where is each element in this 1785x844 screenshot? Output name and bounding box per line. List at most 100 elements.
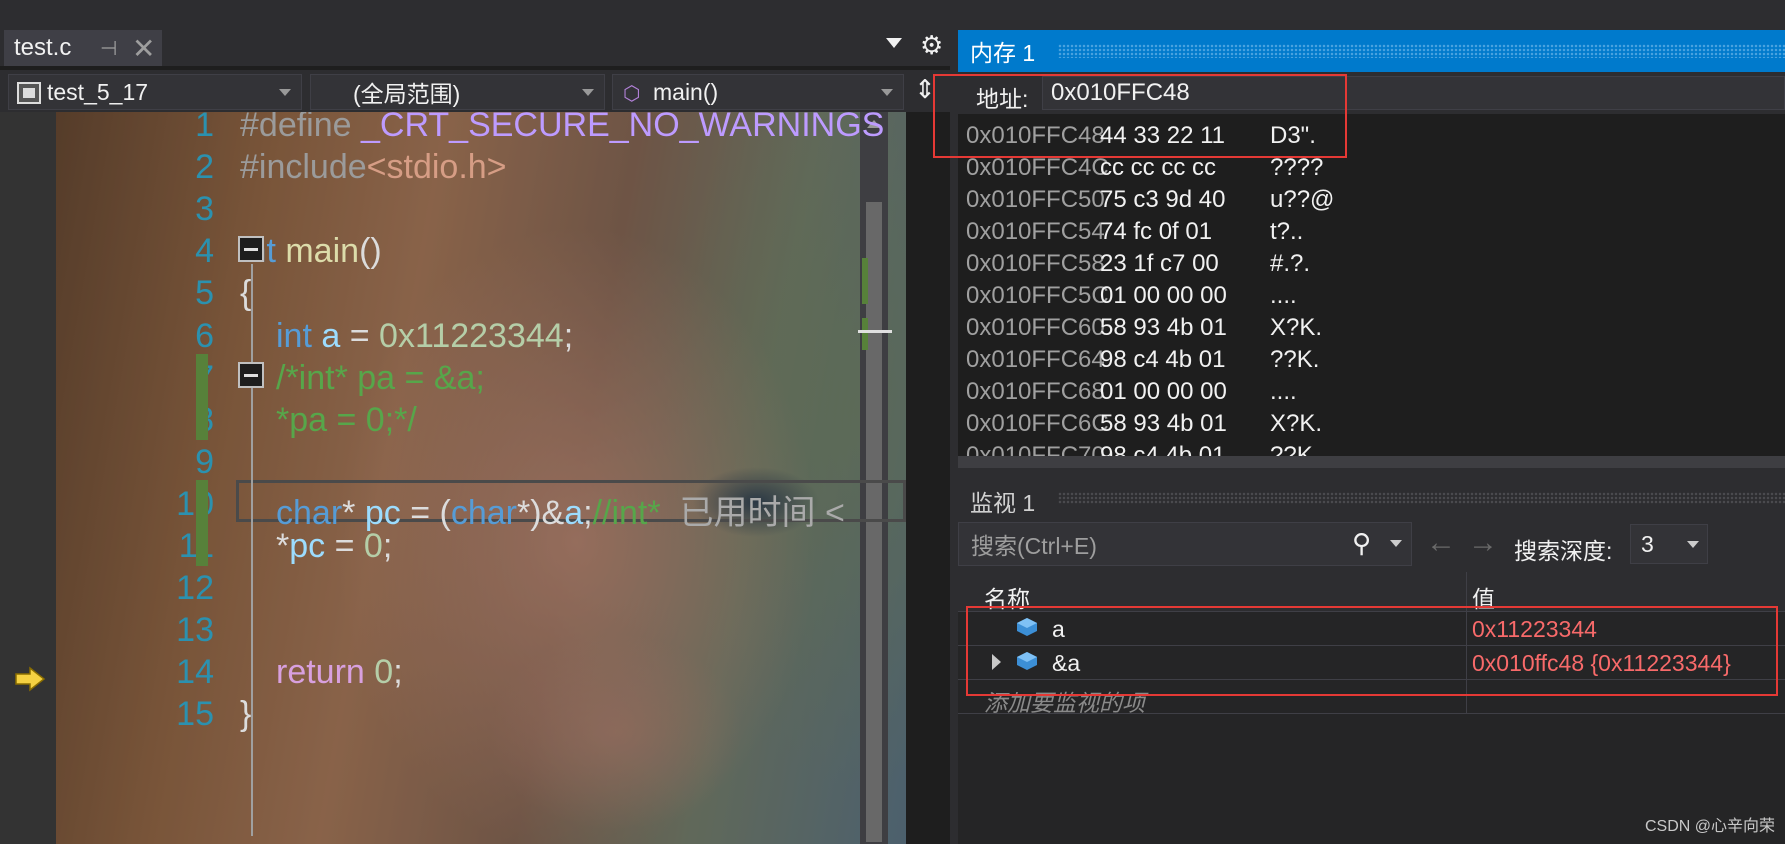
code-line[interactable]: return 0; (276, 653, 403, 692)
editor-scrollbar[interactable] (858, 112, 892, 844)
change-map-marker (862, 258, 868, 304)
scope-guide (251, 264, 253, 836)
code-area[interactable]: 1 #define _CRT_SECURE_NO_WARNINGS 2 #includ… (56, 112, 906, 844)
caret-position-marker (858, 330, 892, 333)
memory-bytes: 74 fc 0f 01 (1100, 218, 1213, 245)
arrow-right-icon[interactable]: → (1468, 526, 1498, 560)
line-number: 3 (195, 190, 214, 229)
line-number: 9 (195, 442, 214, 481)
change-marker (196, 354, 208, 440)
code-token: = (340, 316, 380, 355)
search-depth-label: 搜索深度: (1514, 538, 1613, 564)
change-map-marker (862, 318, 868, 350)
gear-icon[interactable]: ⚙ (920, 30, 943, 61)
scrollbar-thumb[interactable] (866, 202, 882, 842)
scope-label: (全局范围) (353, 81, 461, 107)
memory-chars: #.?. (1270, 250, 1311, 277)
memory-row[interactable]: 0x010FFC58 23 1f c7 00 #.?. (958, 248, 1785, 280)
function-dropdown[interactable]: ⬡ main() (612, 74, 904, 110)
code-line[interactable]: { (240, 274, 251, 313)
code-token: ; (583, 493, 593, 532)
current-statement-arrow-icon (15, 666, 46, 692)
pin-icon[interactable]: ⊣ (100, 36, 117, 61)
memory-chars: ??K. (1270, 442, 1320, 456)
code-token: * (276, 527, 290, 565)
memory-bytes: 01 00 00 00 (1100, 282, 1227, 309)
code-line[interactable]: } (240, 695, 251, 734)
code-line[interactable]: *pc = 0; (276, 527, 392, 566)
memory-row[interactable]: 0x010FFC54 74 fc 0f 01 t?.. (958, 216, 1785, 248)
memory-chars: .... (1270, 282, 1297, 309)
code-token: ; (563, 316, 574, 355)
memory-chars: .... (1270, 378, 1297, 405)
line-number: 1 (195, 112, 214, 144)
line-number: 6 (195, 316, 214, 355)
code-token: int (276, 316, 322, 355)
code-token: 0 (363, 527, 383, 565)
code-token: ; (382, 527, 393, 565)
memory-row[interactable]: 0x010FFC6C 58 93 4b 01 X?K. (958, 408, 1785, 440)
memory-row[interactable]: 0x010FFC70 98 c4 4b 01 ??K. (958, 440, 1785, 456)
memory-bytes: 98 c4 4b 01 (1100, 442, 1226, 456)
close-icon[interactable]: ✕ (132, 32, 155, 65)
memory-bytes: 58 93 4b 01 (1100, 410, 1227, 437)
memory-row[interactable]: 0x010FFC5C 01 00 00 00.... (958, 280, 1785, 312)
memory-scrollbar[interactable] (958, 456, 1785, 468)
code-token: 0 (374, 653, 394, 692)
line-number: 2 (195, 148, 214, 187)
memory-chars: t?.. (1270, 218, 1304, 245)
memory-row[interactable]: 0x010FFC50 75 c3 9d 40 u??@ (958, 184, 1785, 216)
memory-address: 0x010FFC58 (966, 250, 1105, 277)
project-dropdown[interactable]: test_5_17 (8, 74, 302, 110)
scope-dropdown[interactable]: (全局范围) (310, 74, 605, 110)
code-token: _CRT_SECURE_NO_WARNINGS (361, 112, 885, 144)
fold-toggle-comment[interactable] (238, 362, 264, 388)
code-line[interactable]: int a = 0x11223344; (276, 317, 573, 356)
memory-row[interactable]: 0x010FFC64 98 c4 4b 01 ??K. (958, 344, 1785, 376)
code-line[interactable]: /*int* pa = &a; (276, 359, 485, 398)
memory-row[interactable]: 0x010FFC68 01 00 00 00.... (958, 376, 1785, 408)
code-token: 已用时间 < (660, 493, 845, 532)
code-line[interactable]: #include<stdio.h> (240, 148, 507, 187)
line-number: 14 (176, 653, 214, 692)
tab-list-dropdown-icon[interactable] (886, 38, 902, 48)
code-token: #include (240, 148, 367, 187)
memory-address: 0x010FFC4C (966, 154, 1109, 181)
line-number: 15 (176, 695, 214, 734)
breakpoint-margin[interactable] (0, 112, 56, 844)
code-line[interactable]: *pa = 0;*/ (276, 401, 417, 440)
memory-row[interactable]: 0x010FFC60 58 93 4b 01 X?K. (958, 312, 1785, 344)
code-token: = ( (400, 493, 451, 532)
project-label: test_5_17 (47, 78, 149, 105)
fold-toggle-main[interactable] (238, 236, 264, 262)
memory-chars: ???? (1270, 154, 1324, 181)
search-input[interactable]: 搜索(Ctrl+E) (958, 522, 1412, 566)
code-line[interactable]: #define _CRT_SECURE_NO_WARNINGS (240, 112, 884, 145)
memory-address: 0x010FFC50 (966, 186, 1105, 213)
watch-title: 监视 1 (970, 490, 1036, 516)
code-token: main (285, 232, 360, 271)
memory-bytes: 58 93 4b 01 (1100, 314, 1227, 341)
memory-title-bar[interactable]: 内存 1 (958, 30, 1785, 72)
tab-test-c[interactable]: test.c ⊣ ✕ (4, 30, 162, 66)
code-token: //int* (592, 493, 661, 532)
memory-chars: X?K. (1270, 410, 1323, 437)
tab-label: test.c (14, 34, 72, 61)
memory-rows[interactable]: 0x010FFC48 44 33 22 11 D3". 0x010FFC4C cc cc… (958, 120, 1785, 456)
memory-chars: X?K. (1270, 314, 1323, 341)
code-token: *pa = 0;*/ (276, 400, 417, 439)
chevron-down-icon (881, 89, 893, 96)
search-placeholder: 搜索(Ctrl+E) (971, 533, 1097, 559)
search-options-dropdown-icon[interactable] (1390, 540, 1402, 547)
search-depth-dropdown[interactable]: 3 (1630, 524, 1708, 564)
arrow-left-icon[interactable]: ← (1426, 526, 1456, 560)
annotation-highlight-box (966, 606, 1778, 696)
chevron-down-icon (279, 89, 291, 96)
code-token: } (240, 695, 252, 734)
line-number: 13 (176, 611, 214, 650)
search-icon[interactable]: ⚲ (1352, 528, 1371, 559)
code-token: () (359, 232, 382, 271)
search-depth-value: 3 (1641, 530, 1654, 557)
code-token: 0x11223344 (379, 316, 564, 355)
memory-chars: u??@ (1270, 186, 1335, 213)
